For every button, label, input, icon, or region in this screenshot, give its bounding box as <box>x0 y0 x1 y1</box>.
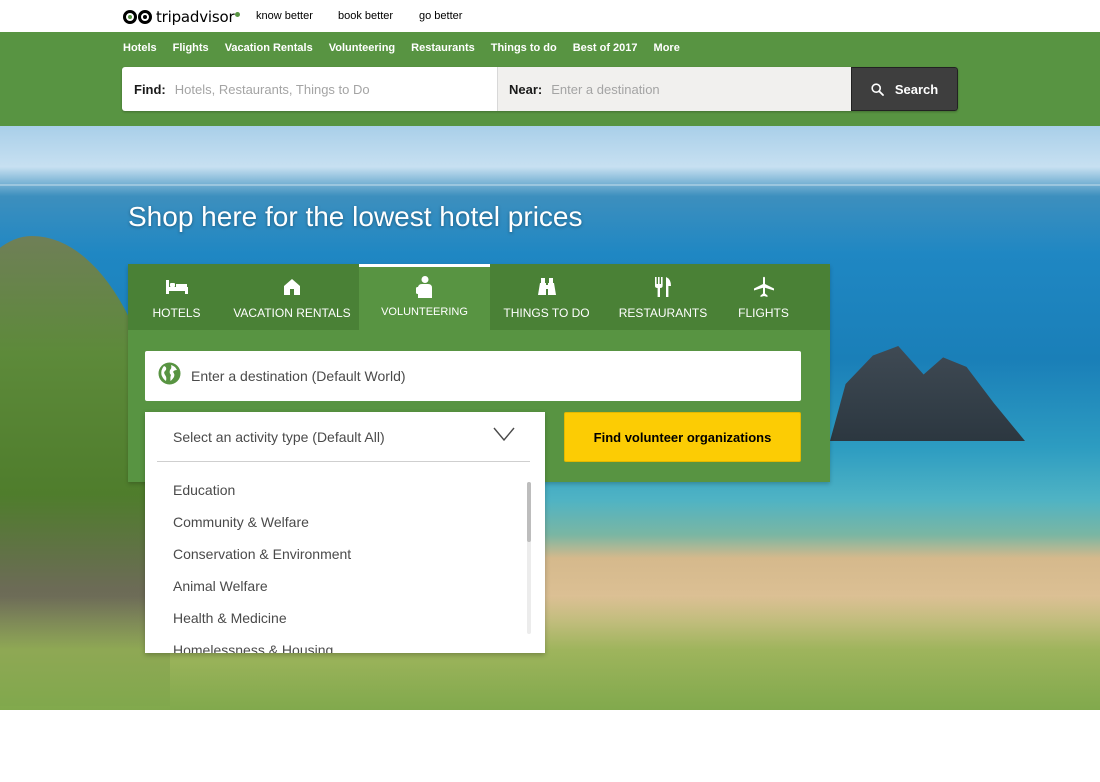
tab-volunteering[interactable]: VOLUNTEERING <box>359 264 490 330</box>
owl-eyes-icon <box>123 10 153 24</box>
search-icon <box>871 82 884 96</box>
option-education[interactable]: Education <box>145 474 545 506</box>
tab-label: HOTELS <box>152 306 201 320</box>
tripadvisor-logo[interactable]: tripadvisor <box>123 6 241 28</box>
tagline-go-better: go better <box>419 10 463 22</box>
bed-icon <box>165 276 189 298</box>
main-nav: Hotels Flights Vacation Rentals Voluntee… <box>0 32 1100 126</box>
hero-section: Shop here for the lowest hotel prices HO… <box>0 126 1100 710</box>
plane-icon <box>753 276 775 298</box>
category-tabs: HOTELS VACATION RENTALS VOLUNTEERING THI… <box>128 264 830 330</box>
globe-icon <box>158 362 181 390</box>
top-bar: tripadvisor know better book better go b… <box>0 0 1100 32</box>
destination-field[interactable]: Enter a destination (Default World) <box>145 351 801 401</box>
find-volunteer-organizations-button[interactable]: Find volunteer organizations <box>564 412 801 462</box>
binoculars-icon <box>536 276 558 298</box>
near-label: Near: <box>509 81 543 97</box>
hero-cliff-decoration <box>830 346 1025 441</box>
destination-text: Enter a destination (Default World) <box>191 368 406 384</box>
search-panel: HOTELS VACATION RENTALS VOLUNTEERING THI… <box>128 264 830 653</box>
tab-vacation-rentals[interactable]: VACATION RENTALS <box>225 264 359 330</box>
nav-links: Hotels Flights Vacation Rentals Voluntee… <box>123 42 696 54</box>
tagline-know-better: know better <box>256 10 313 22</box>
tab-things-to-do[interactable]: THINGS TO DO <box>490 264 603 330</box>
nav-link-flights[interactable]: Flights <box>173 42 209 54</box>
tab-label: VACATION RENTALS <box>233 306 351 320</box>
nav-link-best-of-2017[interactable]: Best of 2017 <box>573 42 638 54</box>
nav-link-things-to-do[interactable]: Things to do <box>491 42 557 54</box>
volunteer-icon <box>415 276 435 298</box>
brand-wordmark: tripadvisor <box>156 8 235 26</box>
search-bar: Find: Near: Search <box>122 67 958 111</box>
nav-link-more[interactable]: More <box>654 42 680 54</box>
tab-flights[interactable]: FLIGHTS <box>723 264 804 330</box>
chevron-down-icon <box>493 427 515 446</box>
option-animal-welfare[interactable]: Animal Welfare <box>145 570 545 602</box>
search-button-label: Search <box>894 81 939 97</box>
nav-link-volunteering[interactable]: Volunteering <box>329 42 395 54</box>
activity-type-select[interactable]: Select an activity type (Default All) <box>157 412 530 462</box>
find-field: Find: <box>122 67 498 111</box>
hero-title: Shop here for the lowest hotel prices <box>128 201 583 232</box>
activity-type-value: Select an activity type (Default All) <box>173 428 385 445</box>
tab-label: VOLUNTEERING <box>381 306 468 318</box>
near-field: Near: <box>498 67 851 111</box>
house-icon <box>282 276 302 298</box>
activity-options-list: Education Community & Welfare Conservati… <box>145 474 545 653</box>
nav-link-hotels[interactable]: Hotels <box>123 42 157 54</box>
activity-type-dropdown: Select an activity type (Default All) Ed… <box>145 412 545 653</box>
page-footer-space <box>0 710 1100 782</box>
tab-hotels[interactable]: HOTELS <box>128 264 225 330</box>
tab-label: THINGS TO DO <box>503 306 590 320</box>
horizon-decoration <box>0 184 1100 186</box>
option-conservation-environment[interactable]: Conservation & Environment <box>145 538 545 570</box>
search-button[interactable]: Search <box>851 67 958 111</box>
nav-link-vacation-rentals[interactable]: Vacation Rentals <box>225 42 313 54</box>
option-health-medicine[interactable]: Health & Medicine <box>145 602 545 634</box>
nav-link-restaurants[interactable]: Restaurants <box>411 42 475 54</box>
option-community-welfare[interactable]: Community & Welfare <box>145 506 545 538</box>
brand-dot <box>235 11 241 17</box>
option-homelessness-housing[interactable]: Homelessness & Housing <box>145 634 545 653</box>
tab-restaurants[interactable]: RESTAURANTS <box>603 264 723 330</box>
tab-label: RESTAURANTS <box>618 306 708 320</box>
find-input[interactable] <box>174 81 465 97</box>
find-label: Find: <box>134 81 166 97</box>
tagline-book-better: book better <box>338 10 394 22</box>
tab-label: FLIGHTS <box>738 306 789 320</box>
dropdown-scrollbar-thumb[interactable] <box>527 482 531 542</box>
fork-knife-icon <box>654 276 672 298</box>
near-input[interactable] <box>551 81 832 97</box>
